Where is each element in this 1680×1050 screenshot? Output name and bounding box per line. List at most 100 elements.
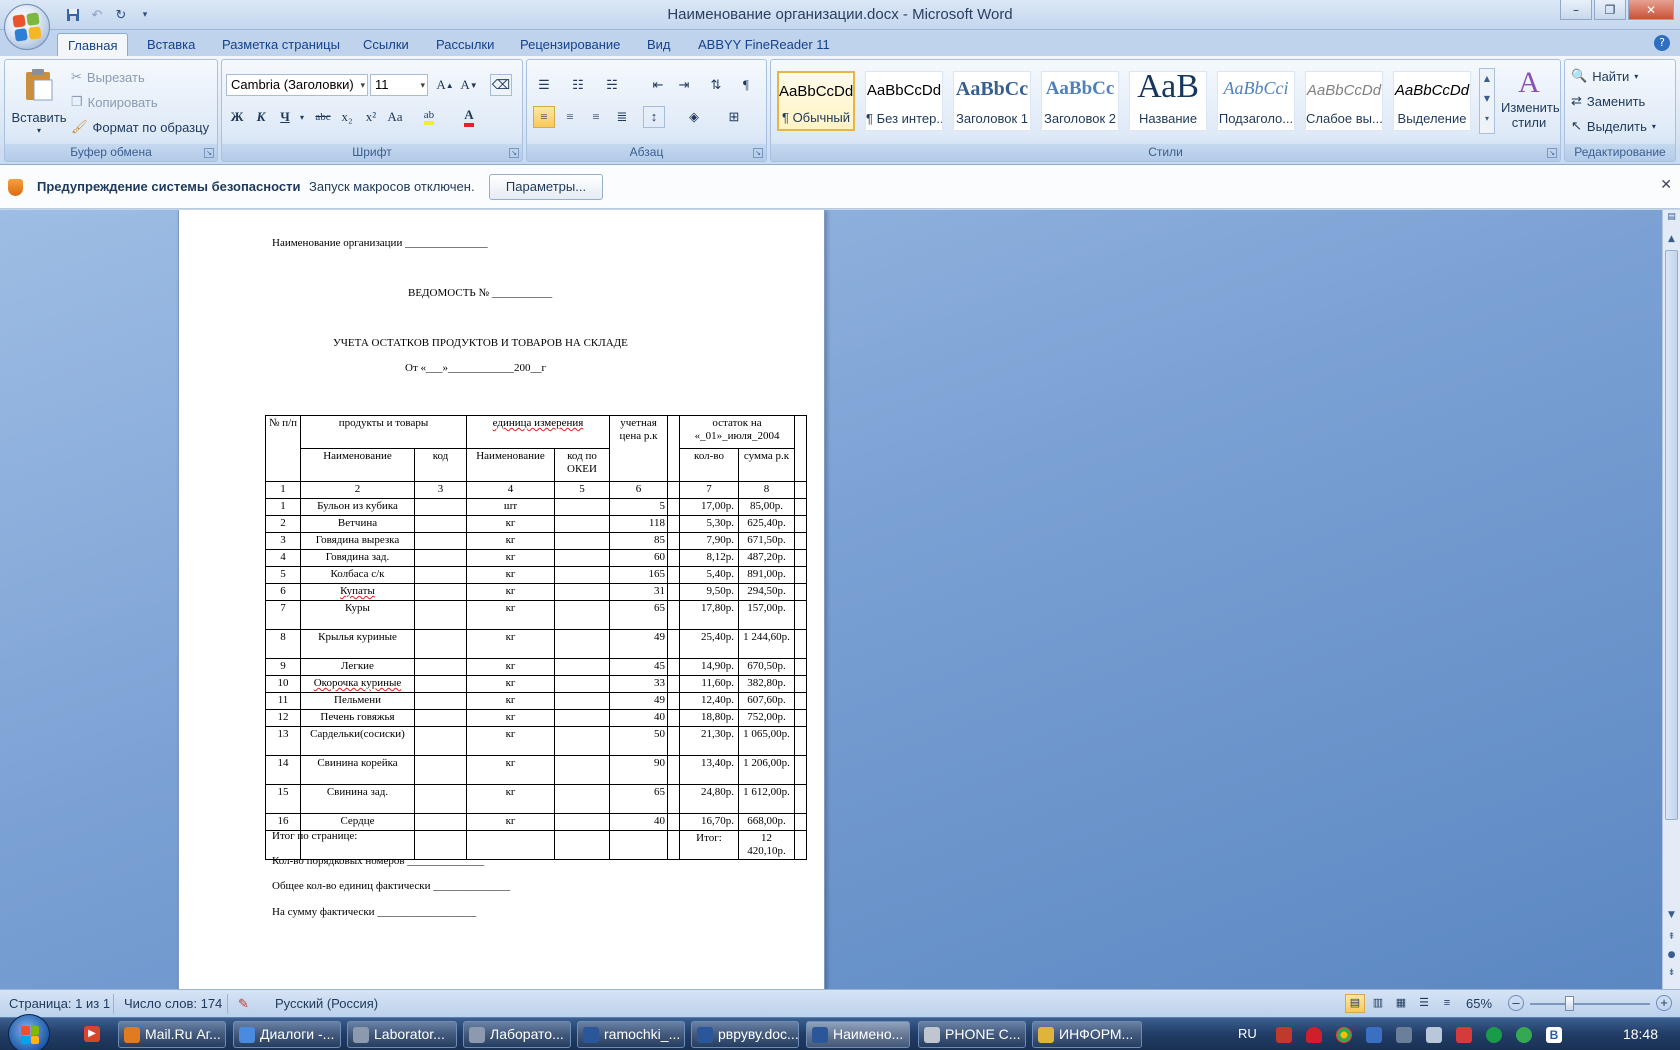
browse-object-icon[interactable]: ●	[1663, 950, 1680, 960]
clipboard-launcher-icon[interactable]: ↘	[204, 148, 214, 158]
strikethrough-button[interactable]: abc	[312, 106, 334, 128]
word-count[interactable]: Число слов: 174	[124, 996, 222, 1011]
scroll-thumb[interactable]	[1665, 250, 1678, 820]
options-button[interactable]: Параметры...	[489, 174, 603, 200]
maximize-button[interactable]: ❐	[1594, 0, 1626, 20]
style-heading-2[interactable]: AaBbCc Заголовок 2	[1041, 71, 1119, 131]
next-page-icon[interactable]: ⇟	[1663, 968, 1680, 978]
minimize-button[interactable]: –	[1560, 0, 1592, 20]
zoom-slider-thumb[interactable]	[1565, 996, 1574, 1011]
tray-update-icon[interactable]	[1366, 1027, 1382, 1043]
justify-icon[interactable]: ≣	[611, 106, 633, 128]
style-heading-1[interactable]: AaBbCc Заголовок 1	[953, 71, 1031, 131]
shading-icon[interactable]: ◈	[683, 106, 705, 128]
scroll-up-icon[interactable]: ▲	[1663, 234, 1680, 244]
paste-button[interactable]: Вставить ▾	[11, 64, 67, 140]
tab-home[interactable]: Главная	[57, 33, 129, 56]
keyboard-language[interactable]: RU	[1238, 1026, 1257, 1041]
replace-button[interactable]: ⇄ Заменить	[1571, 93, 1645, 109]
font-name-combo[interactable]: Cambria (Заголовки) ▾	[226, 74, 368, 96]
tab-review[interactable]: Рецензирование	[510, 33, 630, 56]
zoom-in-icon[interactable]: +	[1656, 995, 1672, 1011]
taskbar-item[interactable]: Laborator...	[347, 1021, 457, 1048]
pilcrow-icon[interactable]: ¶	[735, 74, 757, 96]
style-normal[interactable]: AaBbCcDd ¶ Обычный	[777, 71, 855, 131]
numbering-icon[interactable]: ☷	[567, 74, 589, 96]
scroll-down-icon[interactable]: ▼	[1663, 910, 1680, 920]
styles-launcher-icon[interactable]: ↘	[1547, 148, 1557, 158]
font-launcher-icon[interactable]: ↘	[509, 148, 519, 158]
close-button[interactable]: ✕	[1628, 0, 1674, 20]
styles-scroll[interactable]: ▲ ▼ ▾	[1479, 68, 1495, 134]
borders-icon[interactable]: ⊞	[723, 106, 745, 128]
decrease-indent-icon[interactable]: ⇤	[647, 74, 669, 96]
style-title[interactable]: АаВ Название	[1129, 71, 1207, 131]
tab-view[interactable]: Вид	[637, 33, 681, 56]
font-color-icon[interactable]: A	[458, 106, 480, 128]
close-icon[interactable]: ✕	[1660, 177, 1672, 193]
tray-green-icon[interactable]	[1516, 1027, 1532, 1043]
vertical-scrollbar[interactable]: ▤ ▲ ▼ ⇞ ● ⇟	[1662, 210, 1680, 989]
style-no-spacing[interactable]: AaBbCcDd ¶ Без интер...	[865, 71, 943, 131]
style-subtitle[interactable]: AaBbCci Подзаголо...	[1217, 71, 1295, 131]
increase-indent-icon[interactable]: ⇥	[673, 74, 695, 96]
italic-button[interactable]: К	[250, 106, 272, 128]
zoom-slider[interactable]	[1530, 996, 1650, 1011]
multilevel-list-icon[interactable]: ☵	[601, 74, 623, 96]
subscript-button[interactable]: x₂	[336, 106, 358, 128]
paragraph-launcher-icon[interactable]: ↘	[753, 148, 763, 158]
sort-icon[interactable]: ⇅	[705, 74, 727, 96]
font-size-combo[interactable]: 11 ▾	[370, 74, 428, 96]
tray-app-icon[interactable]	[1276, 1027, 1292, 1043]
taskbar-item[interactable]: PHONE C...	[918, 1021, 1026, 1048]
align-center-icon[interactable]: ≡	[559, 106, 581, 128]
clock[interactable]: 18:48	[1623, 1026, 1658, 1042]
copy-button[interactable]: ❐ Копировать	[71, 94, 158, 110]
zoom-level[interactable]: 65%	[1466, 996, 1492, 1011]
full-screen-reading-icon[interactable]: ▥	[1368, 994, 1388, 1013]
taskbar-item[interactable]: Mail.Ru Аг...	[118, 1021, 226, 1048]
taskbar-item[interactable]: Диалоги -...	[233, 1021, 341, 1048]
line-spacing-icon[interactable]: ↕	[643, 106, 665, 128]
taskbar-item[interactable]: рвруву.doc...	[691, 1021, 799, 1048]
change-styles-button[interactable]: A Изменить стили	[1501, 66, 1560, 142]
tab-references[interactable]: Ссылки	[353, 33, 419, 56]
find-button[interactable]: 🔍 Найти ▾	[1571, 68, 1638, 84]
network-icon[interactable]	[1396, 1027, 1412, 1043]
tab-page-layout[interactable]: Разметка страницы	[212, 33, 350, 56]
style-emphasis[interactable]: AaBbCcDd Выделение	[1393, 71, 1471, 131]
clear-format-icon[interactable]: ⌫	[490, 74, 512, 96]
ruler-toggle-icon[interactable]: ▤	[1663, 212, 1680, 222]
start-button[interactable]	[8, 1014, 50, 1050]
language-indicator[interactable]: Русский (Россия)	[275, 996, 378, 1011]
media-player-icon[interactable]: ▶	[84, 1026, 100, 1042]
chrome-tray-icon[interactable]	[1336, 1027, 1352, 1043]
taskbar-item[interactable]: ИНФОРМ...	[1032, 1021, 1142, 1048]
underline-button[interactable]: Ч	[274, 106, 296, 128]
office-button[interactable]	[4, 4, 50, 50]
action-center-icon[interactable]	[1456, 1027, 1472, 1043]
cut-button[interactable]: ✂ Вырезать	[71, 69, 145, 85]
change-case-button[interactable]: Aa	[384, 106, 406, 128]
volume-icon[interactable]	[1426, 1027, 1442, 1043]
page-counter[interactable]: Страница: 1 из 1	[9, 996, 110, 1011]
vk-icon[interactable]: В	[1546, 1027, 1562, 1043]
antivirus-shield-icon[interactable]	[1306, 1027, 1322, 1043]
web-layout-icon[interactable]: ▦	[1391, 994, 1411, 1013]
spelling-check-icon[interactable]: ✎	[238, 996, 249, 1012]
torrent-icon[interactable]	[1486, 1027, 1502, 1043]
taskbar-item[interactable]: Лаборато...	[463, 1021, 571, 1048]
style-subtle-emphasis[interactable]: AaBbCcDd Слабое вы...	[1305, 71, 1383, 131]
bullets-icon[interactable]: ☰	[533, 74, 555, 96]
underline-dropdown-icon[interactable]: ▾	[296, 106, 308, 128]
superscript-button[interactable]: x²	[360, 106, 382, 128]
format-painter-button[interactable]: 🖌 Формат по образцу	[71, 119, 209, 135]
tab-mailings[interactable]: Рассылки	[426, 33, 504, 56]
help-icon[interactable]: ?	[1654, 35, 1670, 51]
grow-font-icon[interactable]: A ▲	[434, 74, 456, 96]
align-left-icon[interactable]: ≡	[533, 106, 555, 128]
zoom-out-icon[interactable]: –	[1508, 995, 1524, 1011]
highlight-icon[interactable]: ab	[418, 106, 440, 128]
taskbar-item[interactable]: ramochki_...	[577, 1021, 685, 1048]
align-right-icon[interactable]: ≡	[585, 106, 607, 128]
